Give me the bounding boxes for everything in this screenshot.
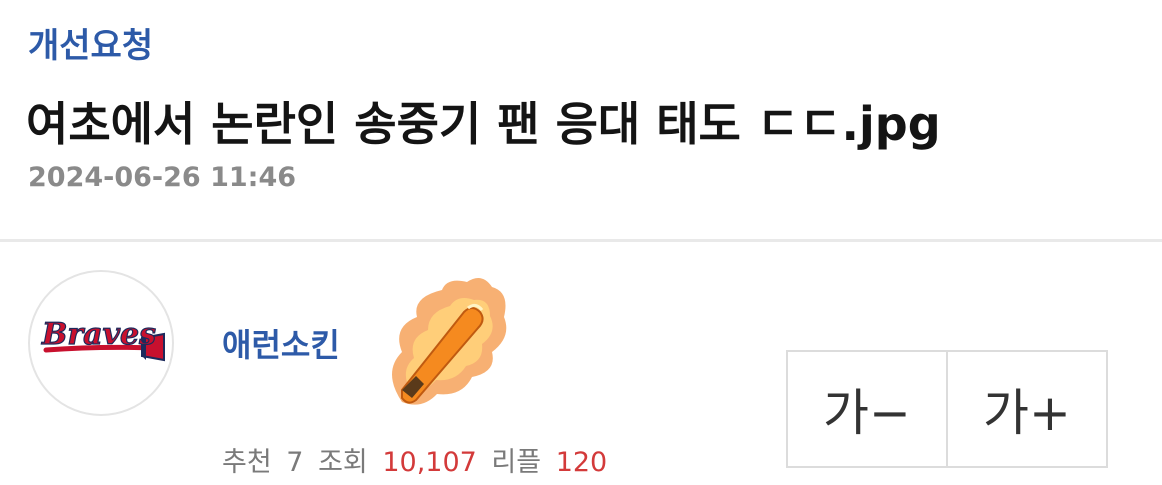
author-name[interactable]: 애런소킨 <box>222 320 340 366</box>
post-stats: 추천 7 조회 10,107 리플 120 <box>222 440 607 479</box>
views-count: 10,107 <box>382 447 477 478</box>
flaming-torch-icon <box>372 272 514 414</box>
divider <box>0 239 1162 242</box>
braves-logo-icon: Braves <box>40 316 165 362</box>
replies-count: 120 <box>555 447 608 478</box>
avatar-logo-text: Braves <box>41 317 156 352</box>
post-title: 여초에서 논란인 송중기 팬 응대 태도 ㄷㄷ.jpg <box>26 97 941 151</box>
replies-label: 리플 <box>491 447 542 478</box>
recommend-count: 7 <box>286 447 304 478</box>
category-link[interactable]: 개선요청 <box>28 18 153 67</box>
views-label: 조회 <box>318 447 368 478</box>
post-header: 개선요청 여초에서 논란인 송중기 팬 응대 태도 ㄷㄷ.jpg 2024-06… <box>0 0 1162 240</box>
avatar[interactable]: Braves <box>28 270 174 416</box>
post-timestamp: 2024-06-26 11:46 <box>28 162 297 193</box>
recommend-label: 추천 <box>222 447 272 478</box>
font-increase-button[interactable]: 가+ <box>946 352 1106 466</box>
font-decrease-button[interactable]: 가− <box>788 352 946 466</box>
font-size-controls: 가− 가+ <box>786 350 1108 468</box>
